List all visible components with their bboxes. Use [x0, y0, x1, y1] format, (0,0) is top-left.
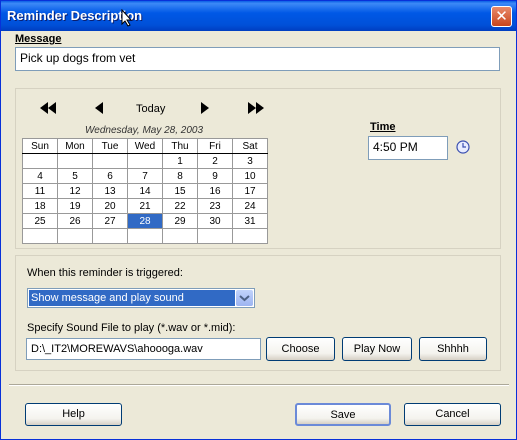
day-header: Tue [92, 138, 128, 154]
calendar-day-cell[interactable] [92, 153, 128, 169]
calendar-day-cell[interactable]: 20 [92, 198, 128, 214]
calendar-day-cell[interactable] [57, 153, 93, 169]
calendar-day-cell[interactable]: 15 [162, 183, 198, 199]
day-header: Sun [22, 138, 58, 154]
calendar-day-cell[interactable]: 9 [197, 168, 233, 184]
prev-year-icon[interactable] [40, 102, 56, 114]
clock-icon[interactable] [456, 140, 470, 154]
calendar-day-cell[interactable]: 17 [232, 183, 268, 199]
calendar-day-cell[interactable]: 27 [92, 213, 128, 229]
calendar-week-row: 25 26 27 28 29 30 31 [22, 213, 268, 229]
calendar-day-cell[interactable] [127, 153, 163, 169]
calendar-day-cell[interactable] [127, 228, 163, 244]
calendar-day-cell[interactable]: 18 [22, 198, 58, 214]
close-icon: ✕ [495, 7, 508, 25]
trigger-select-value: Show message and play sound [29, 290, 235, 306]
calendar-day-cell[interactable]: 31 [232, 213, 268, 229]
calendar-day-cell[interactable]: 6 [92, 168, 128, 184]
calendar-day-cell[interactable]: 30 [197, 213, 233, 229]
prev-month-icon[interactable] [95, 102, 103, 114]
calendar-day-cell[interactable]: 7 [127, 168, 163, 184]
day-header: Mon [57, 138, 93, 154]
calendar-day-cell[interactable]: 14 [127, 183, 163, 199]
choose-button[interactable]: Choose [266, 337, 335, 361]
calendar-day-cell[interactable]: 2 [197, 153, 233, 169]
calendar-day-cell[interactable] [162, 228, 198, 244]
calendar-day-cell[interactable]: 25 [22, 213, 58, 229]
calendar-week-row [22, 228, 268, 244]
calendar-day-cell[interactable]: 29 [162, 213, 198, 229]
calendar-week-row: 123 [22, 153, 268, 169]
sound-file-input[interactable]: D:\_IT2\MOREWAVS\ahoooga.wav [26, 338, 261, 360]
day-header: Sat [232, 138, 268, 154]
calendar-day-cell[interactable]: 19 [57, 198, 93, 214]
next-year-icon[interactable] [248, 102, 264, 114]
calendar-day-cell[interactable]: 21 [127, 198, 163, 214]
sound-file-label: Specify Sound File to play (*.wav or *.m… [27, 322, 236, 334]
calendar-header-row: Sun Mon Tue Wed Thu Fri Sat [22, 138, 268, 154]
calendar-day-cell[interactable]: 10 [232, 168, 268, 184]
calendar-week-row: 4 5 6 7 8 9 10 [22, 168, 268, 184]
footer-separator [9, 384, 509, 386]
calendar-day-cell[interactable]: 16 [197, 183, 233, 199]
calendar-day-cell[interactable]: 3 [232, 153, 268, 169]
calendar-day-cell[interactable]: 26 [57, 213, 93, 229]
stop-sound-button[interactable]: Shhhh [419, 337, 487, 361]
calendar-grid: Sun Mon Tue Wed Thu Fri Sat 1 2 3 4 5 6 7 8 9 10 1… [22, 138, 268, 244]
chevron-down-icon[interactable] [236, 290, 253, 306]
calendar-day-cell[interactable]: 23 [197, 198, 233, 214]
calendar-day-cell[interactable] [22, 228, 58, 244]
trigger-label: When this reminder is triggered: [27, 267, 183, 279]
calendar-day-cell[interactable]: 22 [162, 198, 198, 214]
calendar-day-cell[interactable] [22, 153, 58, 169]
time-label-text: Time [370, 121, 396, 133]
cancel-button[interactable]: Cancel [404, 403, 501, 426]
calendar-day-cell[interactable]: 4 [22, 168, 58, 184]
day-header: Thu [162, 138, 198, 154]
calendar-day-cell[interactable] [57, 228, 93, 244]
mouse-cursor-icon [121, 9, 133, 27]
trigger-select[interactable]: Show message and play sound [27, 288, 255, 308]
close-button[interactable]: ✕ [491, 6, 512, 27]
next-month-icon[interactable] [201, 102, 209, 114]
calendar-day-cell[interactable]: 24 [232, 198, 268, 214]
calendar-day-cell[interactable]: 8 [162, 168, 198, 184]
day-header: Wed [127, 138, 163, 154]
message-input[interactable]: Pick up dogs from vet [15, 47, 500, 71]
calendar-day-cell[interactable]: 28 [127, 213, 163, 229]
calendar-day-cell[interactable]: 13 [92, 183, 128, 199]
play-now-button[interactable]: Play Now [342, 337, 412, 361]
save-button[interactable]: Save [295, 403, 391, 426]
calendar-week-row: 18 19 20 21 22 23 24 [22, 198, 268, 214]
help-button[interactable]: Help [25, 403, 122, 426]
reminder-dialog: Reminder Description ✕ Message Pick up d… [0, 0, 517, 440]
selected-date-text: Wednesday, May 28, 2003 [85, 125, 204, 136]
time-input[interactable]: 4:50 PM [368, 136, 448, 160]
calendar-day-cell[interactable]: 1 [162, 153, 198, 169]
calendar-day-cell[interactable] [197, 228, 233, 244]
time-label: Time [370, 121, 395, 133]
day-header: Fri [197, 138, 233, 154]
title-bar[interactable]: Reminder Description ✕ [1, 1, 516, 31]
calendar-day-cell[interactable]: 12 [57, 183, 93, 199]
calendar-day-cell[interactable] [232, 228, 268, 244]
message-label: Message [15, 33, 62, 45]
today-button[interactable]: Today [136, 103, 165, 115]
calendar-day-cell[interactable]: 5 [57, 168, 93, 184]
calendar-day-cell[interactable] [92, 228, 128, 244]
calendar-week-row: 11 12 13 14 15 16 17 [22, 183, 268, 199]
calendar-day-cell[interactable]: 11 [22, 183, 58, 199]
